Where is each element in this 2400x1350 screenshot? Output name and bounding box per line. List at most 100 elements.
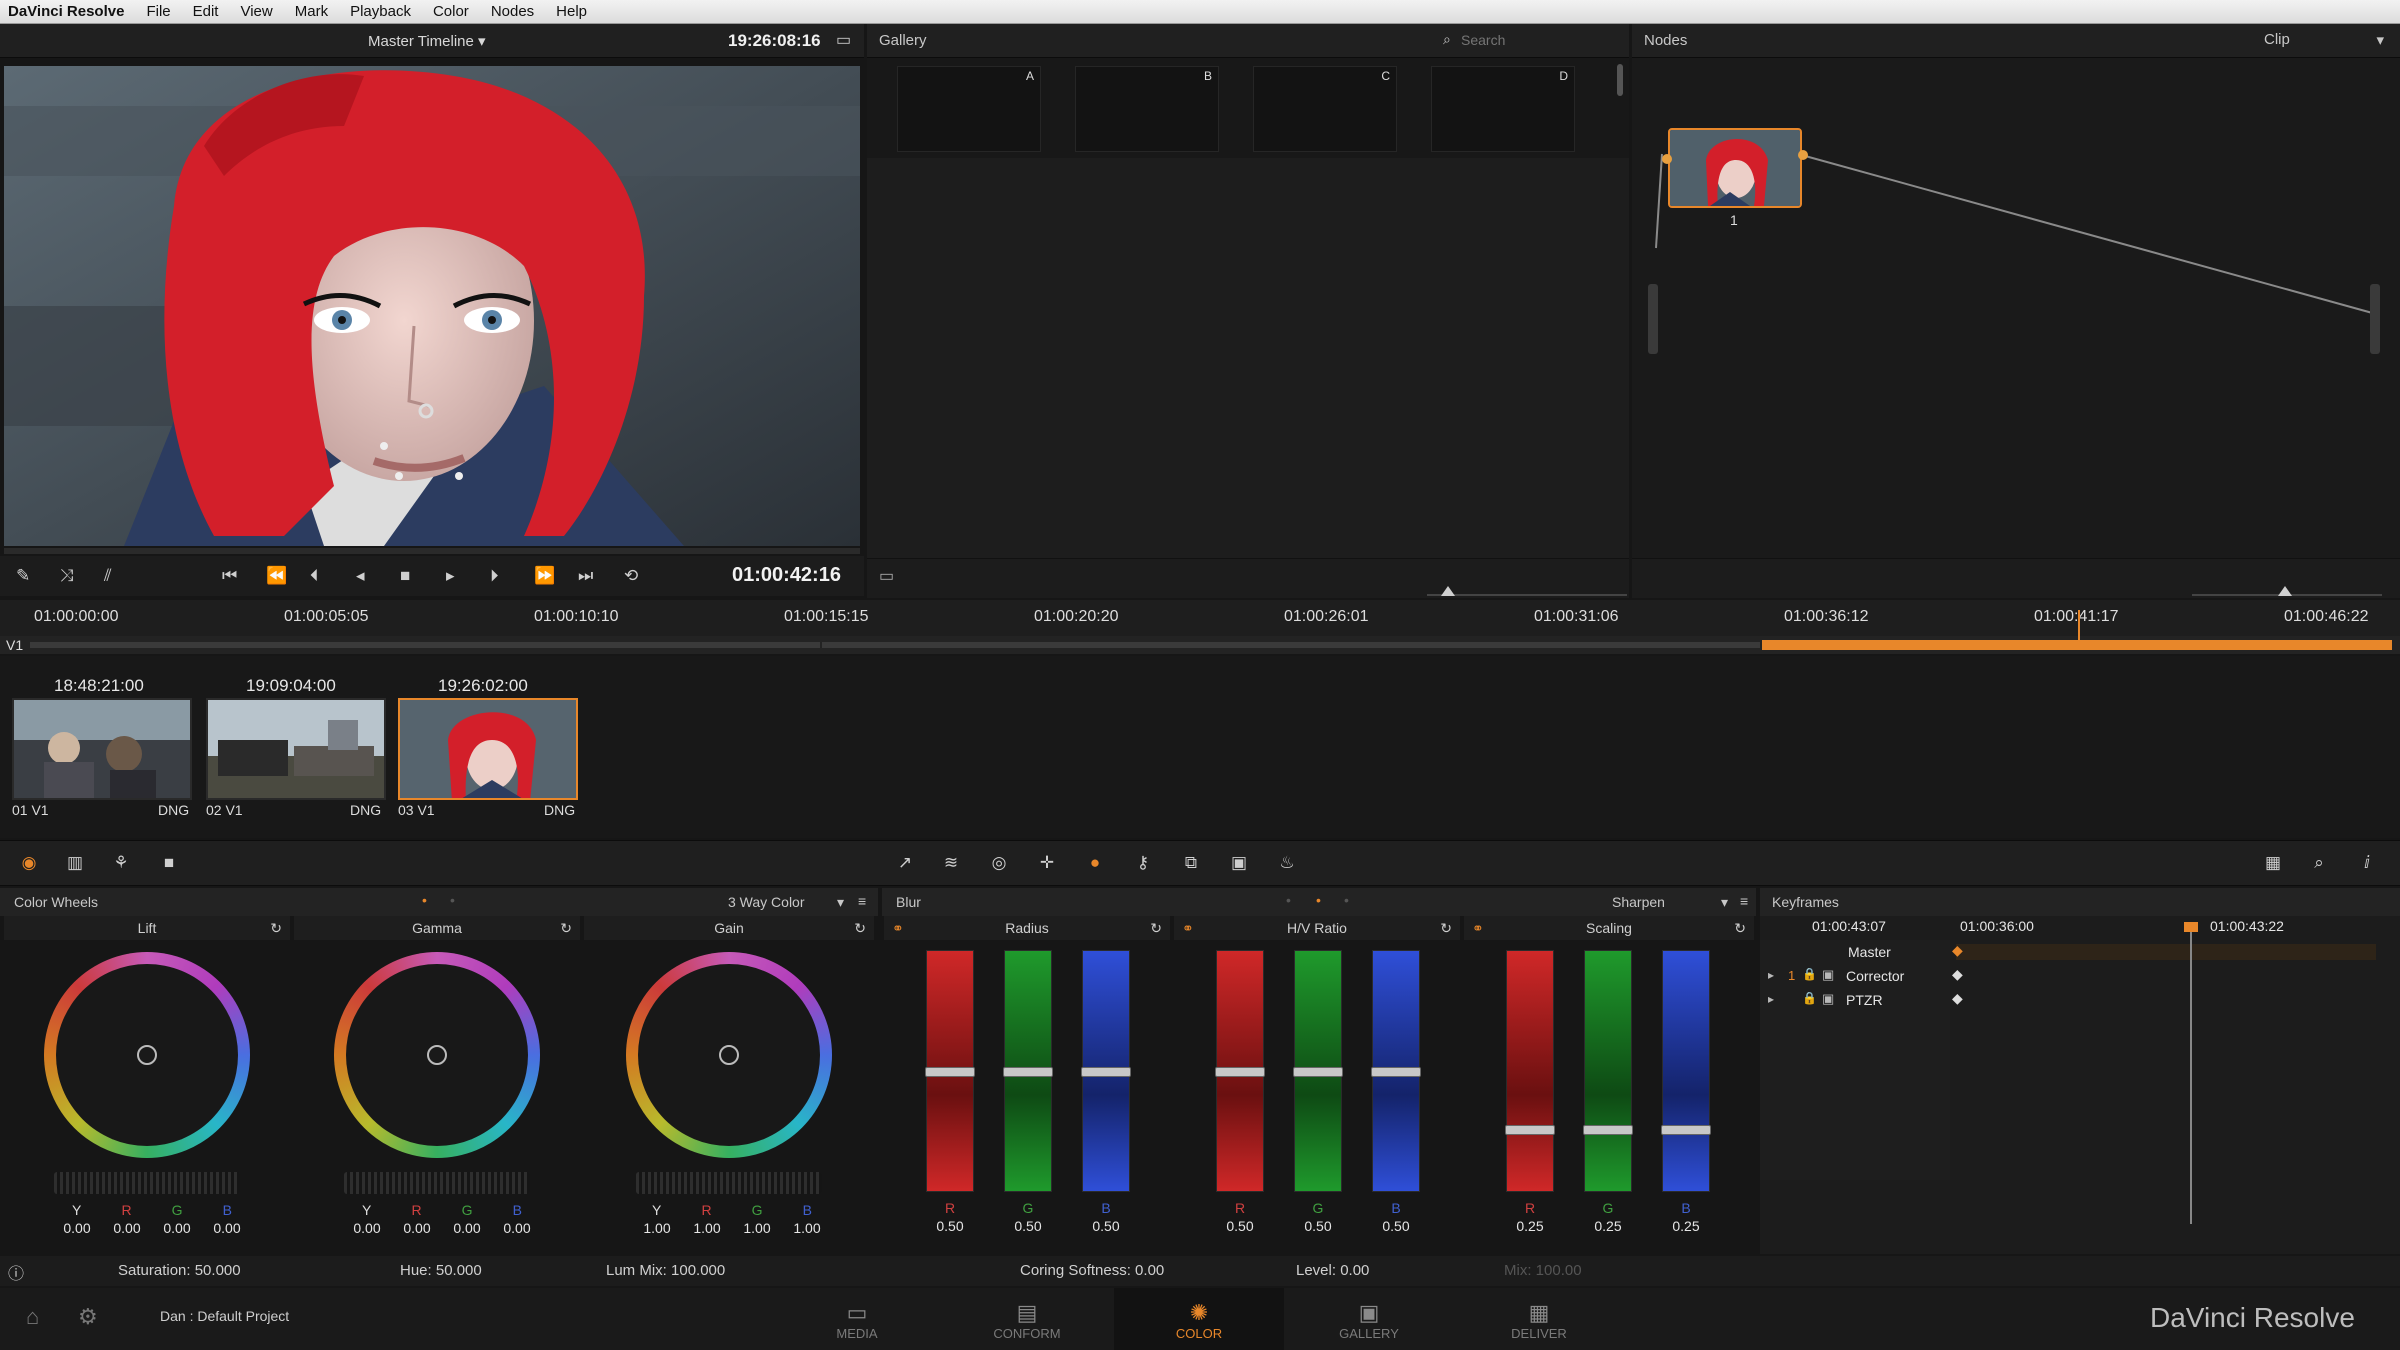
node-input-bar[interactable] — [1648, 284, 1658, 354]
blur-mode-select[interactable]: Sharpen ▾ — [1612, 894, 1732, 910]
module-gallery[interactable]: ▣ GALLERY — [1284, 1288, 1454, 1350]
panel-menu-icon[interactable]: ≡ — [858, 893, 866, 909]
rgb-mixer-palette-icon[interactable]: ⚘ — [110, 853, 132, 873]
menu-help[interactable]: Help — [556, 3, 587, 20]
blur-radius-g-slider[interactable] — [1003, 950, 1053, 1192]
menu-mark[interactable]: Mark — [295, 3, 328, 20]
link-icon[interactable]: ⚭ — [892, 916, 904, 940]
nodes-mode-select[interactable]: Clip ▾ — [2264, 31, 2388, 49]
link-icon[interactable]: ⚭ — [1182, 916, 1194, 940]
page-dot[interactable]: • — [1344, 892, 1349, 908]
reset-icon[interactable]: ↻ — [270, 916, 282, 940]
pencil-icon[interactable]: ✎ — [16, 566, 30, 586]
keyframe-track-corrector[interactable]: Corrector — [1846, 968, 1904, 984]
slider-value[interactable]: 0.50 — [1216, 1218, 1264, 1234]
page-dot-active[interactable]: • — [422, 892, 427, 908]
track-clip-3-selected[interactable] — [1762, 640, 2392, 650]
clip-2-thumbnail[interactable] — [206, 698, 386, 800]
slider-handle[interactable] — [1215, 1067, 1265, 1077]
gain-b[interactable]: 1.00 — [793, 1220, 820, 1236]
master-keyframe-row[interactable] — [1956, 944, 2376, 960]
slider-value[interactable]: 0.25 — [1506, 1218, 1554, 1234]
gallery-view-icon[interactable]: ▭ — [879, 566, 894, 586]
blur-radius-r-slider[interactable] — [925, 950, 975, 1192]
gain-y[interactable]: 1.00 — [643, 1220, 670, 1236]
loop-icon[interactable]: ⟲ — [624, 566, 638, 586]
jump-last-icon[interactable]: ⏭ — [578, 566, 593, 586]
timeline-playhead[interactable] — [2078, 610, 2080, 650]
slider-handle[interactable] — [1081, 1067, 1131, 1077]
lift-g[interactable]: 0.00 — [163, 1220, 190, 1236]
lift-wheel-handle[interactable] — [137, 1045, 157, 1065]
reset-icon[interactable]: ↻ — [1440, 916, 1452, 940]
keyframe-diamond-icon[interactable]: ◆ — [1952, 966, 1963, 983]
info-icon[interactable]: ⅈ — [2356, 853, 2378, 873]
stereo-palette-icon[interactable]: ▣ — [1228, 853, 1250, 873]
sizing-palette-icon[interactable]: ⧉ — [1180, 853, 1202, 873]
panel-menu-icon[interactable]: ≡ — [1740, 893, 1748, 909]
menu-view[interactable]: View — [240, 3, 272, 20]
bypass-icon[interactable]: ⫽ — [104, 566, 112, 586]
page-dot[interactable]: • — [1286, 892, 1291, 908]
still-b[interactable]: B — [1075, 66, 1219, 152]
level-value[interactable]: Level: 0.00 — [1296, 1262, 1369, 1279]
gamma-master-wheel[interactable] — [344, 1172, 530, 1194]
still-d[interactable]: D — [1431, 66, 1575, 152]
viewer-image[interactable] — [4, 66, 860, 546]
node-output-bar[interactable] — [2370, 284, 2380, 354]
motion-blur-palette-icon[interactable]: ♨ — [1276, 853, 1298, 873]
page-dot-active[interactable]: • — [1316, 892, 1321, 908]
menu-edit[interactable]: Edit — [193, 3, 219, 20]
mix-value[interactable]: Mix: 100.00 — [1504, 1262, 1582, 1279]
gamma-g[interactable]: 0.00 — [453, 1220, 480, 1236]
lift-b[interactable]: 0.00 — [213, 1220, 240, 1236]
node-output-dot[interactable] — [1798, 150, 1808, 160]
grid-view-icon[interactable]: ▦ — [2262, 853, 2284, 873]
gamma-y[interactable]: 0.00 — [353, 1220, 380, 1236]
slider-handle[interactable] — [1371, 1067, 1421, 1077]
blur-radius-b-slider[interactable] — [1081, 950, 1131, 1192]
saturation-value[interactable]: Saturation: 50.000 — [118, 1262, 241, 1279]
keyframe-playhead[interactable] — [2190, 928, 2192, 1224]
zoom-search-icon[interactable]: ⌕ — [2308, 853, 2330, 873]
wheel-mode-select[interactable]: 3 Way Color ▾ — [728, 894, 848, 910]
slider-value[interactable]: 0.50 — [1004, 1218, 1052, 1234]
shuffle-icon[interactable]: ⤨ — [60, 566, 74, 586]
slider-handle[interactable] — [1293, 1067, 1343, 1077]
gallery-scrollbar[interactable] — [1617, 64, 1623, 96]
viewer-scrubber-track[interactable] — [4, 548, 860, 554]
page-dot[interactable]: • — [450, 892, 455, 908]
lift-y[interactable]: 0.00 — [63, 1220, 90, 1236]
gallery-zoom-slider[interactable] — [1427, 594, 1627, 596]
gain-g[interactable]: 1.00 — [743, 1220, 770, 1236]
blur-hvratio-g-slider[interactable] — [1293, 950, 1343, 1192]
gain-wheel-handle[interactable] — [719, 1045, 739, 1065]
timeline-selector[interactable]: Master Timeline ▾ — [368, 32, 486, 50]
still-c[interactable]: C — [1253, 66, 1397, 152]
settings-circle-icon[interactable]: ⓘ — [8, 1260, 24, 1284]
keyframe-diamond-icon[interactable]: ◆ — [1952, 942, 1963, 959]
window-palette-icon[interactable]: ◎ — [988, 853, 1010, 873]
corrector-node[interactable] — [1668, 128, 1802, 208]
slider-value[interactable]: 0.25 — [1584, 1218, 1632, 1234]
node-input-dot[interactable] — [1662, 154, 1672, 164]
nodes-zoom-handle-icon[interactable] — [2278, 586, 2292, 596]
gallery-zoom-handle-icon[interactable] — [1441, 586, 1455, 596]
link-icon[interactable]: ⚭ — [1472, 916, 1484, 940]
slider-handle[interactable] — [1003, 1067, 1053, 1077]
reset-icon[interactable]: ↻ — [1734, 916, 1746, 940]
slider-handle[interactable] — [1661, 1125, 1711, 1135]
viewer-mode-icon[interactable]: ▭ — [836, 30, 851, 50]
gamma-r[interactable]: 0.00 — [403, 1220, 430, 1236]
reset-icon[interactable]: ↻ — [1150, 916, 1162, 940]
slider-value[interactable]: 0.25 — [1662, 1218, 1710, 1234]
expand-arrow-icon[interactable]: ▸ — [1768, 992, 1774, 1006]
lift-r[interactable]: 0.00 — [113, 1220, 140, 1236]
gain-r[interactable]: 1.00 — [693, 1220, 720, 1236]
reset-icon[interactable]: ↻ — [854, 916, 866, 940]
menu-file[interactable]: File — [146, 3, 170, 20]
menu-nodes[interactable]: Nodes — [491, 3, 534, 20]
lum-mix-value[interactable]: Lum Mix: 100.000 — [606, 1262, 725, 1279]
rewind-icon[interactable]: ⏪ — [266, 566, 287, 586]
next-frame-icon[interactable]: ⏵ — [490, 566, 499, 586]
